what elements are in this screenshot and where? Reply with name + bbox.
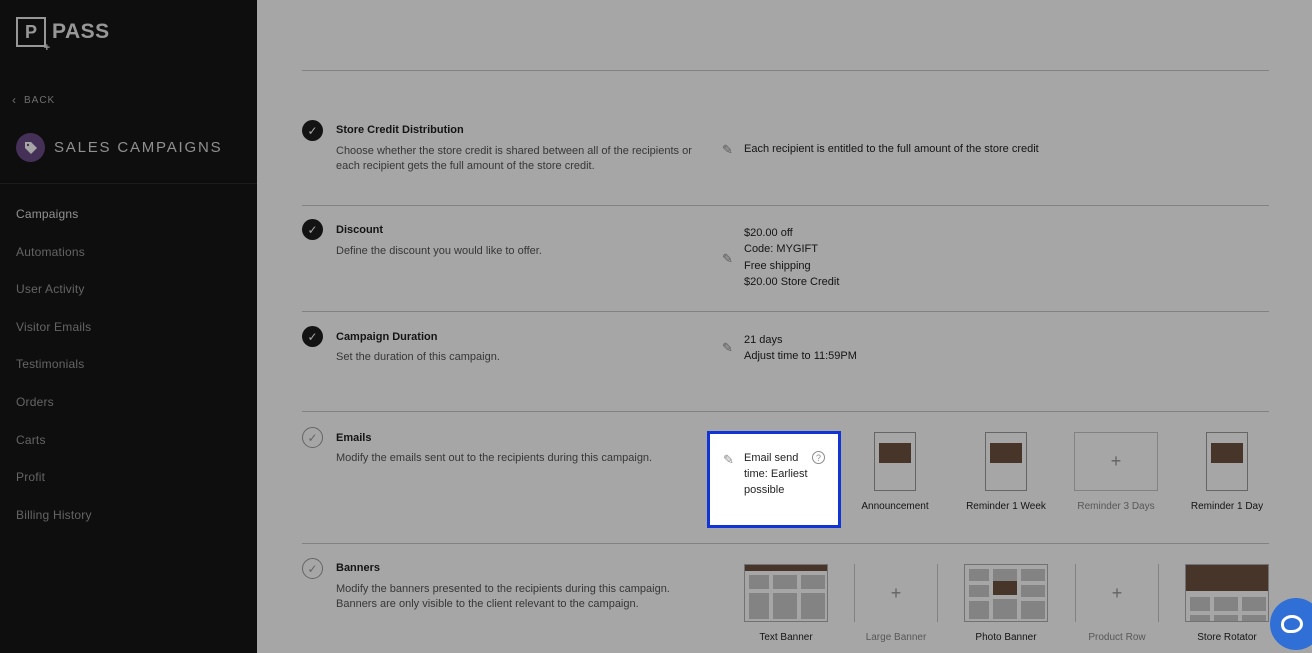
- sidebar-item-user-activity[interactable]: User Activity: [16, 282, 92, 320]
- sidebar-item-carts[interactable]: Carts: [16, 433, 92, 471]
- email-send-time-box[interactable]: ✎ Email send time: Earliest possible ?: [707, 431, 841, 528]
- divider: [302, 205, 1269, 206]
- add-banner-button[interactable]: +: [854, 564, 938, 622]
- divider: [302, 411, 1269, 412]
- discount-code: Code: MYGIFT: [744, 243, 818, 256]
- pencil-icon[interactable]: ✎: [722, 340, 733, 356]
- banner-large[interactable]: + Large Banner: [854, 564, 938, 643]
- divider: [302, 70, 1269, 71]
- banner-label: Store Rotator: [1197, 632, 1257, 643]
- banner-photo[interactable]: Photo Banner: [964, 564, 1048, 643]
- email-thumbnail: [874, 432, 916, 491]
- sidebar-item-testimonials[interactable]: Testimonials: [16, 357, 92, 395]
- add-email-button[interactable]: +: [1074, 432, 1158, 491]
- divider: [302, 543, 1269, 544]
- step-title: Store Credit Distribution: [336, 124, 464, 136]
- sidebar-item-orders[interactable]: Orders: [16, 395, 92, 433]
- email-template-label: Reminder 1 Day: [1190, 501, 1264, 512]
- step-title: Banners: [336, 562, 381, 574]
- discount-amount: $20.00 off: [744, 227, 793, 239]
- logo-text: PASS: [52, 20, 110, 43]
- email-thumbnail: [985, 432, 1027, 491]
- discount-store-credit: $20.00 Store Credit: [744, 275, 840, 288]
- step-description: Modify the banners presented to the reci…: [336, 583, 670, 610]
- banner-thumbnail: [964, 564, 1048, 622]
- banner-text[interactable]: Text Banner: [743, 564, 829, 643]
- section-header: SALES CAMPAIGNS: [16, 133, 222, 162]
- check-icon: ✓: [302, 120, 323, 141]
- check-icon: ✓: [302, 219, 323, 240]
- chevron-left-icon: ‹: [12, 93, 17, 107]
- step-description: Modify the emails sent out to the recipi…: [336, 452, 653, 464]
- banner-label: Large Banner: [865, 632, 927, 643]
- sidebar-item-billing-history[interactable]: Billing History: [16, 508, 92, 546]
- sidebar-item-campaigns[interactable]: Campaigns: [16, 207, 92, 245]
- back-link[interactable]: ‹ BACK: [12, 93, 55, 107]
- step-description: Choose whether the store credit is share…: [336, 145, 692, 172]
- duration-adjust: Adjust time to 11:59PM: [744, 350, 857, 363]
- step-title: Emails: [336, 432, 372, 444]
- logo-plus-icon: +: [43, 42, 50, 54]
- back-label: BACK: [24, 94, 56, 106]
- banner-store-rotator[interactable]: Store Rotator: [1185, 564, 1269, 643]
- help-icon[interactable]: ?: [812, 451, 825, 464]
- step-title: Campaign Duration: [336, 331, 438, 343]
- check-icon: ✓: [302, 326, 323, 347]
- email-send-time-text: Email send time: Earliest possible: [744, 452, 808, 497]
- sidebar-item-profit[interactable]: Profit: [16, 470, 92, 508]
- sidebar-item-visitor-emails[interactable]: Visitor Emails: [16, 320, 92, 358]
- banner-label: Product Row: [1088, 632, 1146, 643]
- step-value[interactable]: Each recipient is entitled to the full a…: [744, 141, 1039, 157]
- divider: [302, 311, 1269, 312]
- section-title: SALES CAMPAIGNS: [54, 139, 223, 156]
- email-template-label: Announcement: [861, 501, 929, 512]
- email-template-reminder-3-days[interactable]: + Reminder 3 Days: [1073, 432, 1159, 512]
- sidebar-divider: [0, 183, 257, 184]
- email-template-label: Reminder 3 Days: [1077, 501, 1155, 512]
- step-value-list[interactable]: 21 days Adjust time to 11:59PM: [744, 332, 857, 365]
- pencil-icon[interactable]: ✎: [722, 251, 733, 267]
- email-template-reminder-1-day[interactable]: Reminder 1 Day: [1186, 432, 1268, 512]
- email-template-label: Reminder 1 Week: [966, 501, 1046, 512]
- main-content: ✓ Store Credit Distribution Choose wheth…: [257, 0, 1312, 653]
- check-icon: ✓: [302, 427, 323, 448]
- email-template-announcement[interactable]: Announcement: [853, 432, 937, 512]
- email-template-reminder-1-week[interactable]: Reminder 1 Week: [962, 432, 1050, 512]
- banner-label: Text Banner: [759, 632, 813, 643]
- step-description: Define the discount you would like to of…: [336, 245, 542, 257]
- pencil-icon[interactable]: ✎: [723, 452, 734, 468]
- step-value-list[interactable]: $20.00 off Code: MYGIFT Free shipping $2…: [744, 225, 839, 290]
- sidebar: P + PASS ‹ BACK SALES CAMPAIGNS Campaign…: [0, 0, 257, 653]
- email-thumbnail: [1206, 432, 1248, 491]
- discount-shipping: Free shipping: [744, 259, 811, 272]
- logo-mark: P +: [16, 17, 50, 54]
- step-description: Set the duration of this campaign.: [336, 351, 500, 363]
- chat-bubble-icon: [1281, 615, 1303, 633]
- sidebar-nav: Campaigns Automations User Activity Visi…: [16, 207, 92, 545]
- banner-label: Photo Banner: [975, 632, 1037, 643]
- banner-product-row[interactable]: + Product Row: [1075, 564, 1159, 643]
- banner-thumbnail: [1185, 564, 1269, 622]
- tag-icon: [16, 133, 45, 162]
- sidebar-item-automations[interactable]: Automations: [16, 245, 92, 283]
- pass-logo[interactable]: P + PASS: [16, 17, 110, 54]
- step-title: Discount: [336, 224, 384, 236]
- duration-days: 21 days: [744, 334, 783, 346]
- check-icon: ✓: [302, 558, 323, 579]
- banner-thumbnail: [744, 564, 828, 622]
- add-banner-button[interactable]: +: [1075, 564, 1159, 622]
- pencil-icon[interactable]: ✎: [722, 142, 733, 158]
